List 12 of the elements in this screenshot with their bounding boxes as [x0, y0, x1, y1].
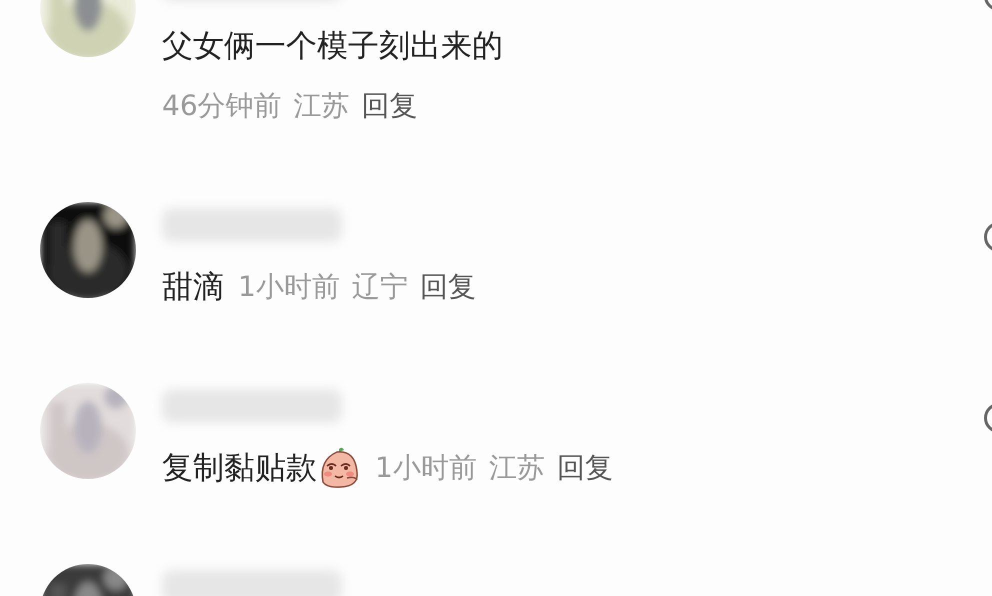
comment-time: 1小时前	[375, 450, 477, 486]
reply-link[interactable]: 回复	[362, 87, 418, 125]
reply-link[interactable]: 回复	[556, 449, 613, 487]
comment-location: 辽宁	[352, 269, 408, 305]
comment-text: 父女俩一个模子刻出来的	[162, 27, 503, 66]
reply-link[interactable]: 回复	[420, 268, 476, 306]
comment-time: 1小时前	[238, 269, 340, 305]
comment-location: 江苏	[294, 88, 350, 124]
comment-time: 46分钟前	[162, 88, 282, 124]
comment-text: 甜滴	[162, 268, 224, 307]
comment-text: 复制黏贴款	[162, 449, 317, 488]
comment-location: 江苏	[488, 450, 545, 486]
